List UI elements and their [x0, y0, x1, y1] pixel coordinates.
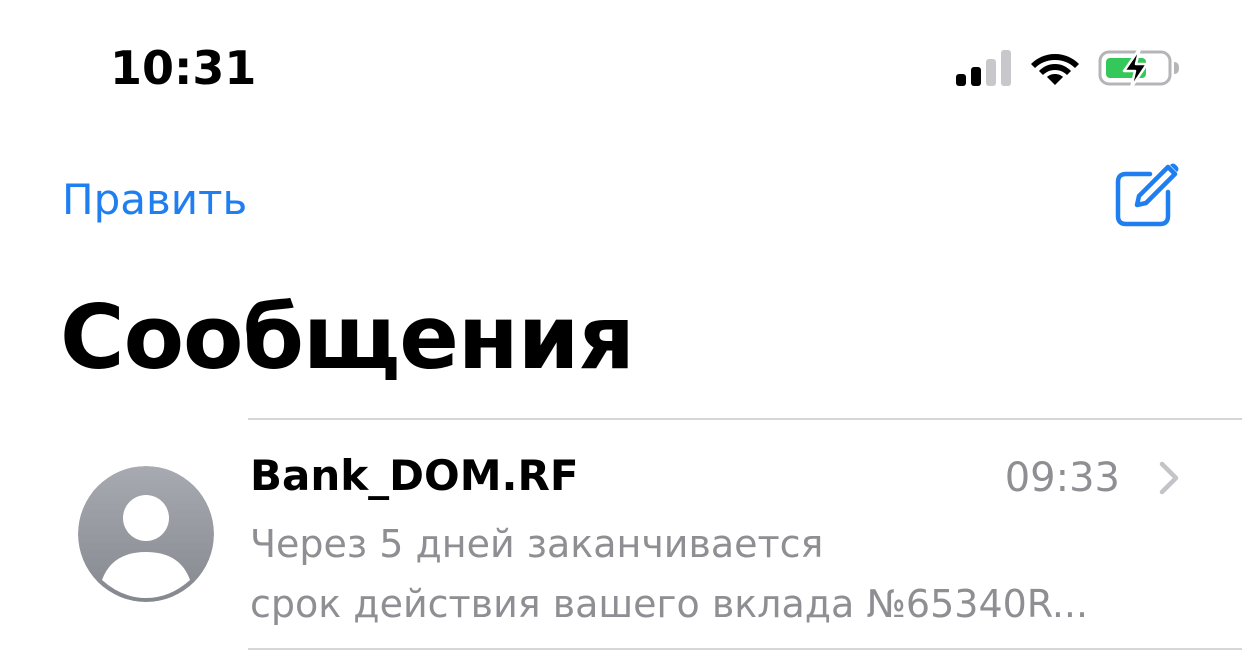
conversation-time: 09:33	[1004, 455, 1120, 501]
battery-charging-icon	[1098, 48, 1179, 88]
list-divider-bottom	[248, 648, 1242, 650]
conversation-row[interactable]: Bank_DOM.RF 09:33 Через 5 дней заканчива…	[0, 420, 1242, 648]
page-title: Сообщения	[60, 286, 635, 389]
conversation-sender: Bank_DOM.RF	[250, 451, 579, 500]
avatar-placeholder-icon	[78, 466, 214, 602]
preview-line-1: Через 5 дней заканчивается	[250, 522, 824, 566]
edit-button[interactable]: Править	[62, 172, 247, 228]
compose-icon[interactable]	[1110, 160, 1182, 232]
chevron-right-icon	[1159, 461, 1179, 495]
status-time: 10:31	[110, 41, 257, 95]
conversation-preview: Через 5 дней заканчивается срок действия…	[250, 514, 1088, 634]
wifi-icon	[1031, 54, 1079, 85]
cellular-signal-icon	[956, 50, 1011, 86]
preview-line-2: срок действия вашего вклада №65340R...	[250, 582, 1089, 626]
